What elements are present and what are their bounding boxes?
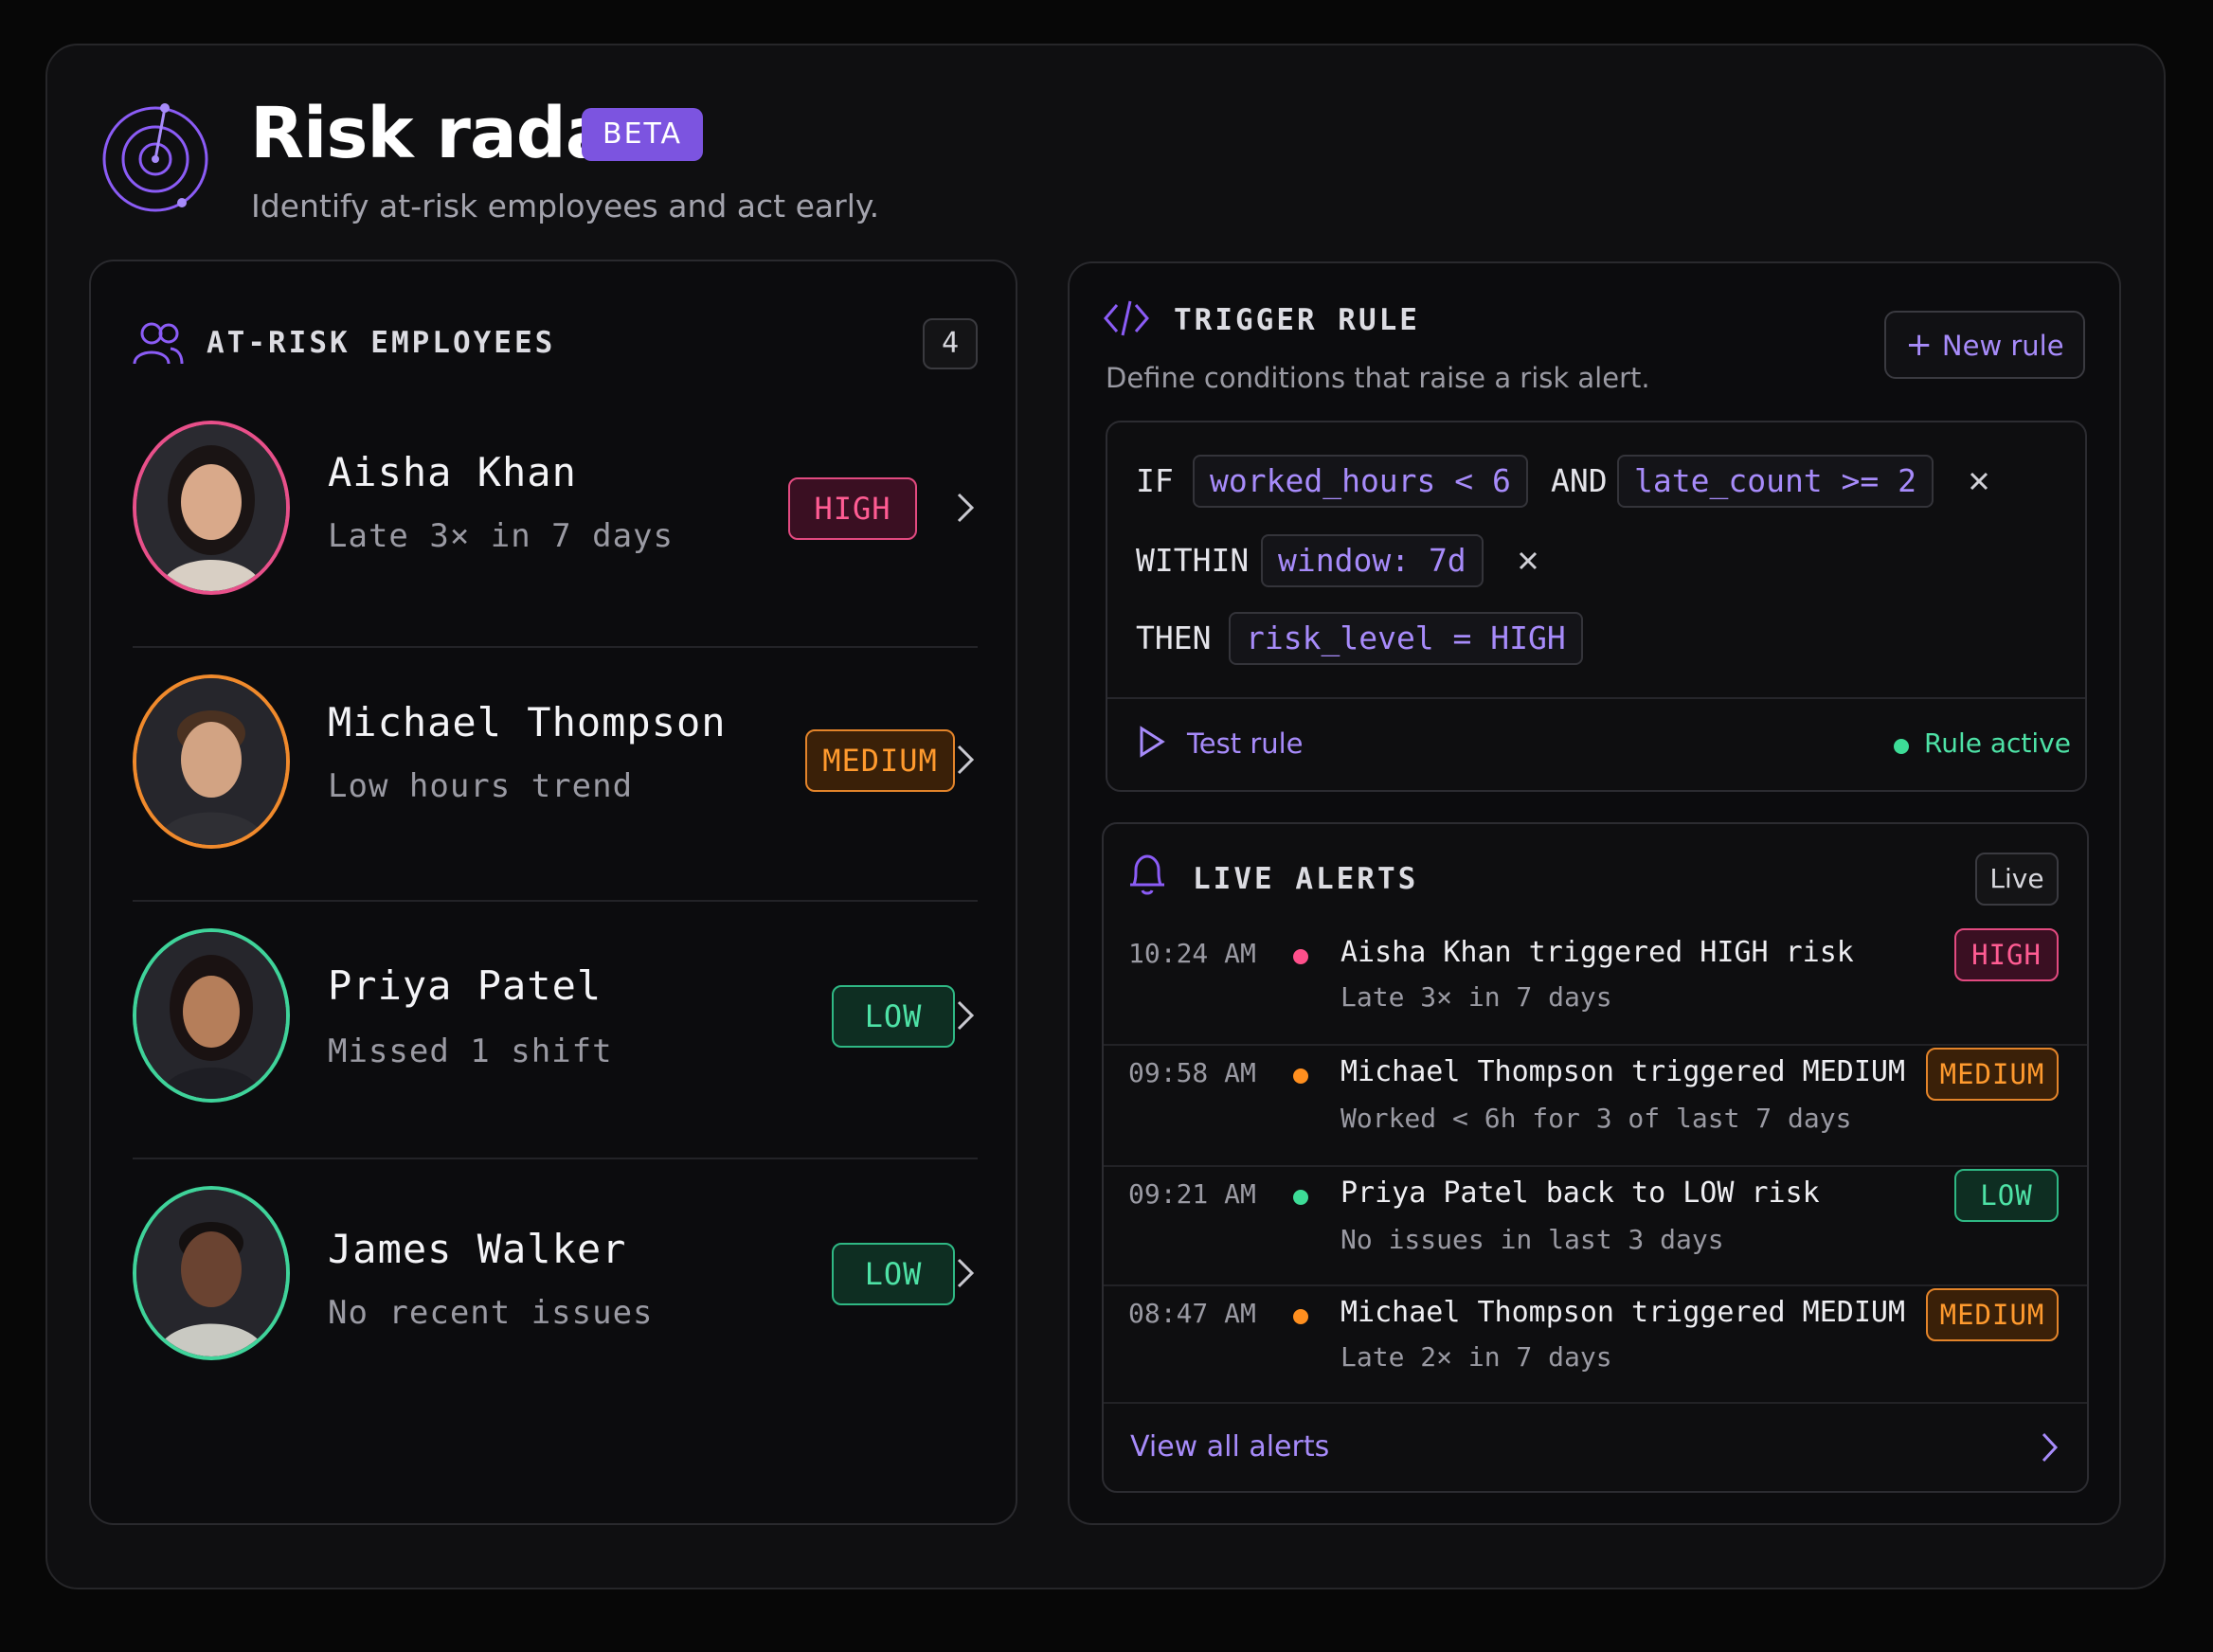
- rule-status-label: Rule active: [1924, 727, 2071, 759]
- employee-name: Michael Thompson: [328, 699, 727, 745]
- live-pill: Live: [1975, 853, 2059, 906]
- alert-message: Priya Patel back to LOW risk: [1340, 1176, 1820, 1210]
- plus-icon: +: [1905, 326, 1933, 364]
- row-divider: [133, 1158, 978, 1159]
- employee-reason: No recent issues: [328, 1294, 654, 1332]
- alert-detail: No issues in last 3 days: [1340, 1224, 1724, 1255]
- risk-badge-high: HIGH: [788, 477, 917, 540]
- employee-reason: Low hours trend: [328, 767, 634, 805]
- chevron-right-icon[interactable]: [953, 997, 978, 1034]
- rule-box-divider: [1107, 697, 2085, 699]
- beta-badge: BETA: [582, 108, 704, 161]
- row-divider: [133, 646, 978, 648]
- risk-badge-high: HIGH: [1954, 928, 2059, 981]
- avatar: [133, 674, 290, 849]
- chevron-right-icon[interactable]: [2040, 1430, 2060, 1464]
- alert-time: 10:24 AM: [1128, 938, 1256, 969]
- new-rule-label: New rule: [1941, 330, 2064, 362]
- code-icon: [1104, 300, 1149, 336]
- trigger-rule-description: Define conditions that raise a risk aler…: [1106, 362, 1650, 394]
- avatar: [133, 928, 290, 1103]
- users-icon: [133, 322, 184, 365]
- test-rule-button[interactable]: Test rule: [1187, 727, 1304, 760]
- keyword-if: IF: [1136, 462, 1174, 499]
- alert-time: 09:21 AM: [1128, 1178, 1256, 1210]
- alert-message: Michael Thompson triggered MEDIUM risk: [1340, 1055, 1991, 1088]
- live-alerts-card: LIVE ALERTS Live 10:24 AM Aisha Khan tri…: [1102, 822, 2089, 1493]
- alert-item[interactable]: 08:47 AM Michael Thompson triggered MEDI…: [1104, 1288, 2087, 1408]
- action-chip[interactable]: risk_level = HIGH: [1229, 612, 1583, 665]
- keyword-within: WITHIN: [1136, 542, 1250, 579]
- risk-badge-low: LOW: [832, 985, 955, 1048]
- alert-divider: [1104, 1402, 2087, 1404]
- trigger-rule-title: TRIGGER RULE: [1174, 303, 1420, 337]
- alert-message: Aisha Khan triggered HIGH risk: [1340, 936, 1854, 969]
- employee-name: James Walker: [328, 1226, 627, 1272]
- employee-name: Priya Patel: [328, 962, 603, 1009]
- window-chip[interactable]: window: 7d: [1261, 534, 1484, 587]
- chevron-right-icon[interactable]: [953, 1254, 978, 1292]
- alert-divider: [1104, 1165, 2087, 1167]
- alert-item[interactable]: 09:58 AM Michael Thompson triggered MEDI…: [1104, 1048, 2087, 1167]
- bell-icon: [1130, 854, 1164, 895]
- employee-row-james-walker[interactable]: James Walker No recent issues LOW: [133, 1186, 978, 1413]
- alert-divider: [1104, 1284, 2087, 1286]
- avatar: [133, 421, 290, 595]
- play-icon[interactable]: [1138, 726, 1166, 758]
- status-dot: [1894, 739, 1909, 754]
- alert-detail: Worked < 6h for 3 of last 7 days: [1340, 1103, 1852, 1134]
- keyword-and: AND: [1551, 462, 1608, 499]
- keyword-then: THEN: [1136, 620, 1212, 656]
- row-divider: [133, 900, 978, 902]
- close-icon[interactable]: [1517, 549, 1539, 572]
- avatar: [133, 1186, 290, 1360]
- risk-badge-medium: MEDIUM: [1926, 1048, 2059, 1101]
- employee-name: Aisha Khan: [328, 449, 577, 495]
- alert-detail: Late 2× in 7 days: [1340, 1341, 1612, 1373]
- alert-divider: [1104, 1044, 2087, 1046]
- condition-chip-late-count[interactable]: late_count >= 2: [1617, 455, 1934, 508]
- page-subtitle: Identify at-risk employees and act early…: [251, 188, 880, 224]
- alert-time: 08:47 AM: [1128, 1298, 1256, 1329]
- alert-item[interactable]: 10:24 AM Aisha Khan triggered HIGH risk …: [1104, 928, 2087, 1048]
- close-icon[interactable]: [1968, 470, 1990, 493]
- risk-badge-medium: MEDIUM: [1926, 1288, 2059, 1341]
- alert-dot: [1293, 949, 1308, 964]
- alert-dot: [1293, 1309, 1308, 1324]
- employees-panel-title: AT-RISK EMPLOYEES: [207, 326, 556, 360]
- employee-reason: Missed 1 shift: [328, 1032, 613, 1070]
- new-rule-button[interactable]: + New rule: [1884, 311, 2085, 379]
- alert-dot: [1293, 1068, 1308, 1084]
- employee-row-aisha-khan[interactable]: Aisha Khan Late 3× in 7 days HIGH: [133, 421, 978, 648]
- alert-message: Michael Thompson triggered MEDIUM risk: [1340, 1296, 1991, 1329]
- risk-badge-low: LOW: [832, 1243, 955, 1305]
- radar-logo-icon: [102, 103, 208, 212]
- employee-count-badge: 4: [923, 318, 978, 369]
- trigger-rule-panel: TRIGGER RULE Define conditions that rais…: [1068, 261, 2121, 1525]
- live-alerts-title: LIVE ALERTS: [1193, 862, 1419, 896]
- alert-time: 09:58 AM: [1128, 1057, 1256, 1088]
- chevron-right-icon[interactable]: [953, 489, 978, 527]
- employee-row-priya-patel[interactable]: Priya Patel Missed 1 shift LOW: [133, 928, 978, 1156]
- alert-item[interactable]: 09:21 AM Priya Patel back to LOW risk No…: [1104, 1169, 2087, 1288]
- risk-badge-medium: MEDIUM: [805, 729, 955, 792]
- employee-row-michael-thompson[interactable]: Michael Thompson Low hours trend MEDIUM: [133, 674, 978, 902]
- employee-reason: Late 3× in 7 days: [328, 517, 674, 555]
- rule-builder: IF worked_hours < 6 AND late_count >= 2 …: [1106, 421, 2087, 792]
- alert-detail: Late 3× in 7 days: [1340, 981, 1612, 1013]
- view-all-alerts-link[interactable]: View all alerts: [1130, 1430, 1329, 1463]
- condition-chip-worked-hours[interactable]: worked_hours < 6: [1193, 455, 1528, 508]
- alert-dot: [1293, 1190, 1308, 1205]
- risk-badge-low: LOW: [1954, 1169, 2059, 1222]
- chevron-right-icon[interactable]: [953, 741, 978, 779]
- at-risk-employees-panel: AT-RISK EMPLOYEES 4 Aisha Khan Late 3× i…: [89, 260, 1017, 1525]
